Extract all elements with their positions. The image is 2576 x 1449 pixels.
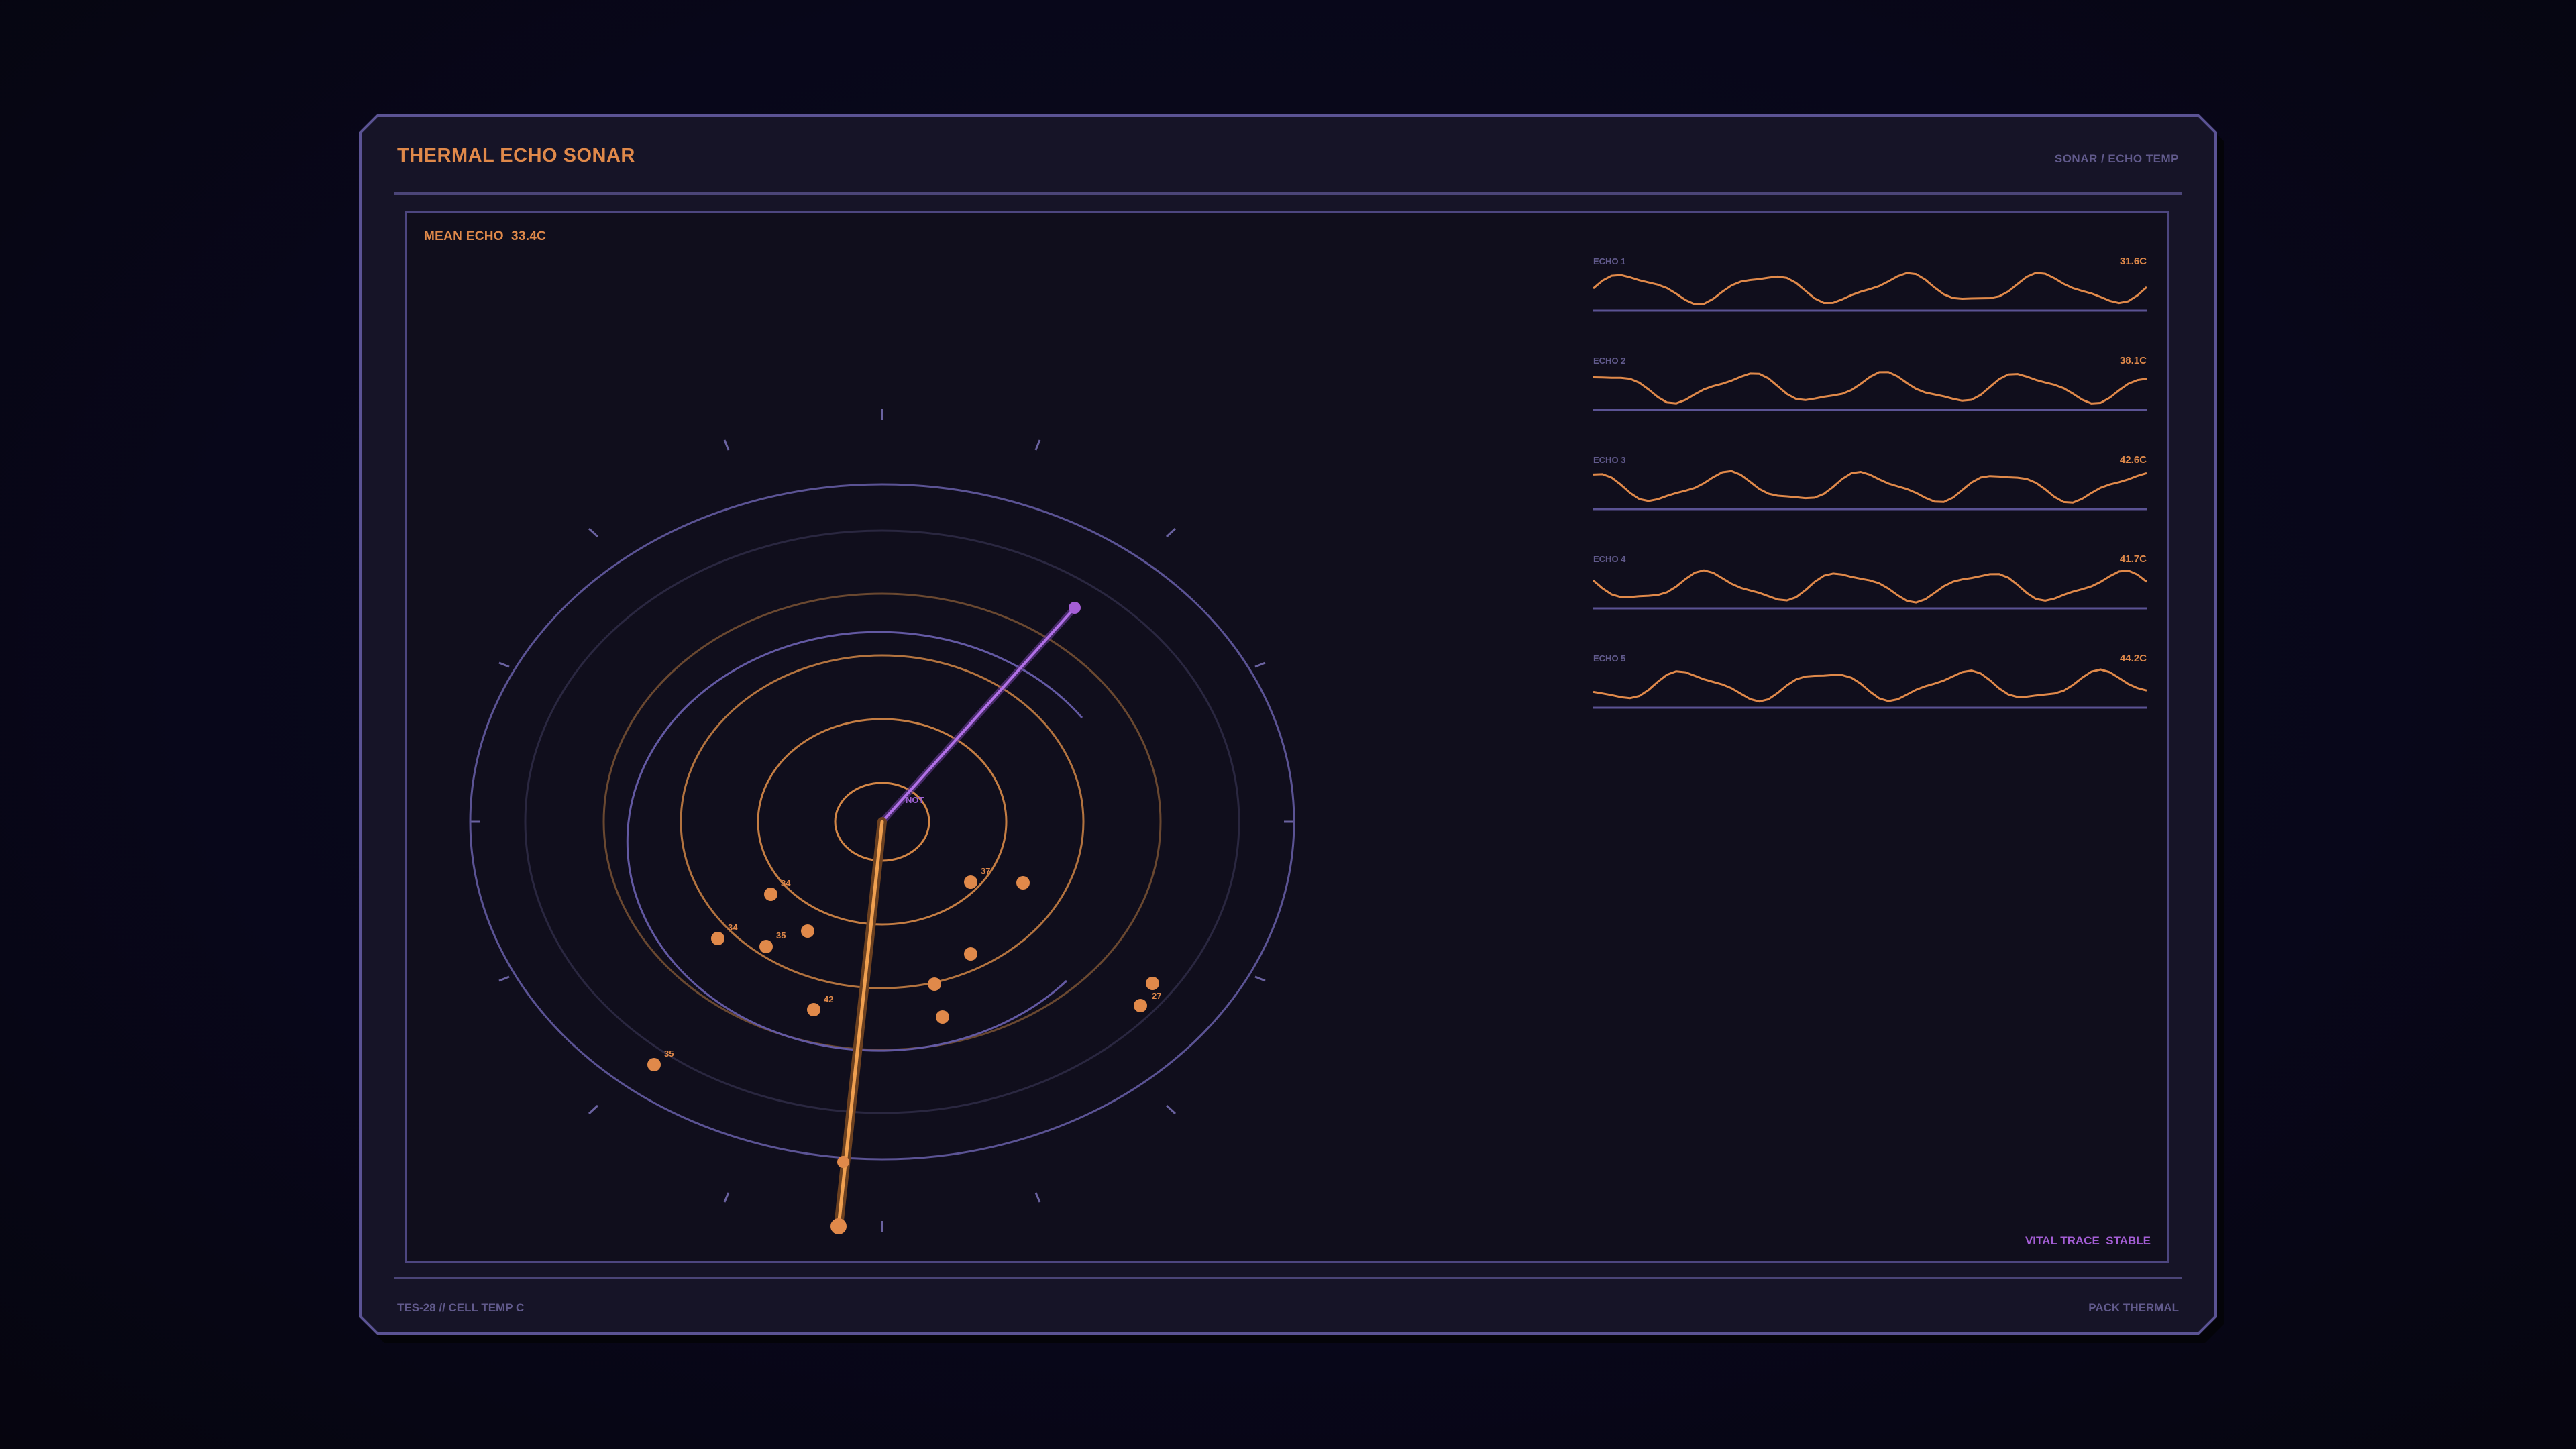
sparkline-name: ECHO 1 <box>1593 256 1625 266</box>
device-id: TES-28 // CELL TEMP C <box>397 1301 525 1314</box>
sparkline-trace <box>1593 371 2147 405</box>
sparkline-name: ECHO 3 <box>1593 455 1625 465</box>
sparkline-value: 38.1C <box>2120 355 2147 366</box>
footer-divider <box>394 1277 2182 1279</box>
sparkline-row: ECHO 2 38.1C <box>1593 355 2147 411</box>
status-label: VITAL TRACE <box>2025 1234 2100 1247</box>
echo-sparklines: ECHO 1 31.6C ECHO 2 38.1C ECHO 3 42.6C ECHO 4 4… <box>1593 256 2147 709</box>
status-readout: VITAL TRACE STABLE <box>2025 1234 2151 1248</box>
sparkline-name: ECHO 2 <box>1593 356 1625 366</box>
sparkline-name: ECHO 5 <box>1593 653 1625 663</box>
sparkline-row: ECHO 5 44.2C <box>1593 653 2147 709</box>
sparkline-row: ECHO 4 41.7C <box>1593 553 2147 610</box>
sparkline-value: 31.6C <box>2120 256 2147 267</box>
sparkline-trace <box>1593 668 2147 703</box>
sparkline-trace <box>1593 272 2147 305</box>
pack-label[interactable]: PACK THERMAL <box>2088 1301 2179 1315</box>
sparkline-value: 41.7C <box>2120 553 2147 565</box>
sparkline-trace <box>1593 470 2147 504</box>
sparkline-value: 42.6C <box>2120 454 2147 466</box>
sparkline-trace <box>1593 569 2147 604</box>
sparkline-value: 44.2C <box>2120 653 2147 664</box>
sparkline-name: ECHO 4 <box>1593 554 1626 564</box>
status-value: STABLE <box>2106 1234 2151 1247</box>
sparkline-row: ECHO 1 31.6C <box>1593 256 2147 312</box>
sparkline-row: ECHO 3 42.6C <box>1593 454 2147 511</box>
